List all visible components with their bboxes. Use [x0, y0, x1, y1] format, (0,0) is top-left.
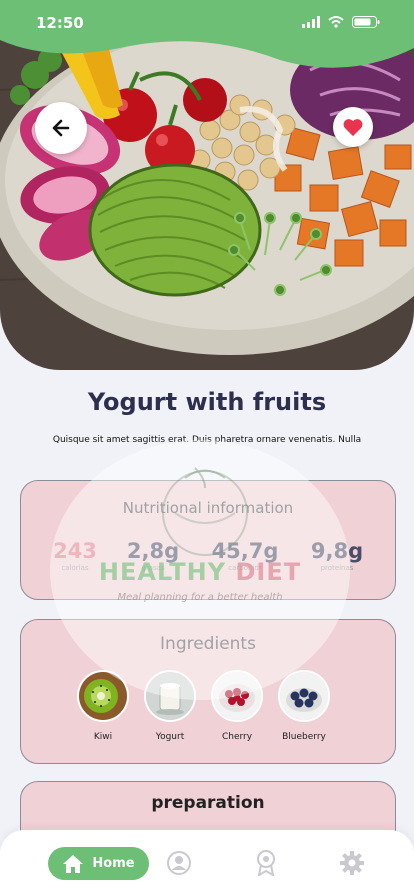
- ingredients-card: Ingredients Kiwi Yogurt Cherry Blueberry: [20, 619, 396, 764]
- nutrient-value: 45,7g: [211, 539, 279, 563]
- bottom-navigation: Home: [0, 830, 414, 896]
- ingredients-list: Kiwi Yogurt Cherry Blueberry: [77, 670, 330, 742]
- nutrient-value: 243: [53, 539, 97, 563]
- user-icon: [167, 851, 191, 875]
- nutrient-protein: 9,8g proteínas: [297, 539, 377, 572]
- ingredient-cherry[interactable]: Cherry: [211, 670, 263, 742]
- nutrient-value: 2,8g: [126, 539, 180, 563]
- blueberry-image: [278, 670, 330, 722]
- yogurt-image: [144, 670, 196, 722]
- battery-icon: [352, 16, 380, 28]
- nav-profile-button[interactable]: [166, 850, 192, 876]
- recipe-title: Yogurt with fruits: [87, 388, 327, 416]
- ingredient-label: Cherry: [221, 732, 253, 742]
- preparation-title: preparation: [151, 793, 265, 813]
- ingredient-yogurt[interactable]: Yogurt: [144, 670, 196, 742]
- status-time: 12:50: [36, 14, 84, 32]
- nutrient-label: proteínas: [320, 564, 354, 572]
- ingredient-blueberry[interactable]: Blueberry: [278, 670, 330, 742]
- ingredient-kiwi[interactable]: Kiwi: [77, 670, 129, 742]
- nav-home-button[interactable]: Home: [48, 847, 149, 880]
- kiwi-image: [77, 670, 129, 722]
- nutrient-label: carbohidr: [228, 564, 262, 572]
- ingredient-label: Blueberry: [282, 732, 326, 742]
- cherry-image: [211, 670, 263, 722]
- gear-icon: [340, 851, 364, 875]
- nav-home-label: Home: [92, 856, 135, 871]
- arrow-left-icon: [52, 119, 70, 137]
- home-icon: [63, 854, 84, 873]
- nutrient-value: 9,8g: [310, 539, 364, 563]
- signal-icon: [302, 16, 320, 28]
- ingredient-label: Yogurt: [155, 732, 185, 742]
- nutrient-carbs: 45,7g carbohidr: [205, 539, 285, 572]
- nav-awards-button[interactable]: [253, 850, 279, 876]
- ingredients-title: Ingredients: [160, 634, 256, 654]
- heart-icon: [343, 119, 363, 137]
- nutrition-title: Nutritional information: [122, 499, 294, 517]
- nutrient-label: calorias: [61, 564, 89, 572]
- nutrition-values: 243 calorias 2,8g grasas 45,7g carbohidr…: [21, 539, 395, 579]
- back-button[interactable]: [35, 102, 87, 154]
- nutrient-calories: 243 calorias: [35, 539, 115, 572]
- nutrient-label: grasas: [141, 564, 165, 572]
- status-bar: 12:50: [0, 0, 414, 68]
- recipe-description: Quisque sit amet sagittis erat. Duis pha…: [52, 435, 362, 445]
- nutrient-fat: 2,8g grasas: [113, 539, 193, 572]
- wifi-icon: [328, 16, 344, 28]
- nav-settings-button[interactable]: [339, 850, 365, 876]
- nutrition-card: Nutritional information 243 calorias 2,8…: [20, 480, 396, 600]
- favorite-button[interactable]: [333, 107, 373, 147]
- ingredient-label: Kiwi: [93, 732, 113, 742]
- award-ribbon-icon: [257, 850, 275, 876]
